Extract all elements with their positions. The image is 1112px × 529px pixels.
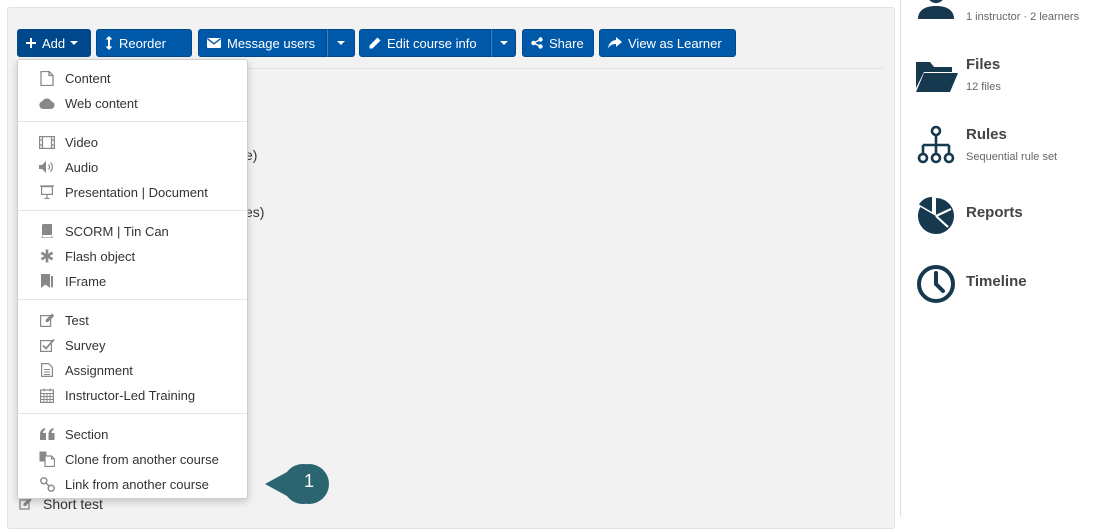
share-button-label: Share [549,35,584,51]
menu-item-label: Content [65,70,111,86]
sidebar-item-timeline[interactable]: Timeline [912,260,1107,312]
user-icon [912,0,960,22]
edit-icon [39,312,55,328]
menu-item-label: Audio [65,159,99,175]
pie-chart-icon [912,192,960,240]
menu-item-presentation-document[interactable]: Presentation | Document [18,180,247,204]
share-button[interactable]: Share [522,29,594,57]
film-icon [39,134,55,150]
view-as-learner-button[interactable]: View as Learner [599,29,736,57]
menu-item-web-content[interactable]: Web content [18,91,247,115]
toolbar-divider [248,68,884,69]
folder-open-icon [912,52,960,100]
cloud-icon [39,95,55,111]
menu-item-flash-object[interactable]: Flash object [18,244,247,268]
sidebar-item-users[interactable]: 1 instructor · 2 learners [912,0,1107,30]
step-callout-number: 1 [303,471,314,491]
add-button[interactable]: Add [17,29,91,57]
sidebar-files-subtitle: 12 files [966,81,1001,93]
message-users-button[interactable]: Message users [198,29,327,57]
document-icon [39,70,55,86]
sidebar-divider [900,0,901,517]
edit-icon [19,497,33,511]
add-button-label: Add [42,35,66,51]
sidebar-users-subtitle: 1 instructor · 2 learners [966,11,1080,23]
menu-divider [18,210,247,211]
menu-item-label: Flash object [65,248,136,264]
menu-item-label: Assignment [65,362,133,378]
menu-item-label: Web content [65,95,138,111]
edit-course-info-button-label: Edit course info [387,35,477,51]
menu-item-section[interactable]: Section [18,422,247,446]
add-dropdown-menu: Content Web content Video Audio Presenta… [17,59,248,499]
menu-item-instructor-led-training[interactable]: Instructor-Led Training [18,383,247,407]
file-icon [39,362,55,378]
menu-item-clone-from-another-course[interactable]: Clone from another course [18,447,247,471]
sidebar-timeline-title: Timeline [966,273,1027,290]
message-users-dropdown-toggle[interactable] [327,29,355,57]
menu-item-label: Video [65,134,99,150]
menu-item-label: SCORM | Tin Can [65,223,169,239]
chevron-down-icon [70,41,79,45]
forward-arrow-icon [608,37,622,49]
view-as-learner-button-label: View as Learner [628,35,722,51]
menu-item-label: Clone from another course [65,451,219,467]
menu-item-iframe[interactable]: IFrame [18,269,247,293]
plus-icon [26,38,36,48]
menu-item-video[interactable]: Video [18,130,247,154]
edit-course-info-button[interactable]: Edit course info [359,29,491,57]
menu-item-assignment[interactable]: Assignment [18,358,247,382]
menu-item-scorm-tin-can[interactable]: SCORM | Tin Can [18,219,247,243]
reorder-icon [105,36,113,50]
chevron-down-icon [499,41,508,45]
presentation-icon [39,184,55,200]
menu-divider [18,299,247,300]
menu-divider [18,121,247,122]
reorder-button-label: Reorder [119,35,166,51]
reorder-button[interactable]: Reorder [96,29,192,57]
sidebar-reports-title: Reports [966,204,1023,221]
copy-icon [39,451,55,467]
menu-item-label: Section [65,426,109,442]
sidebar-rules-subtitle: Sequential rule set [966,151,1058,163]
menu-item-survey[interactable]: Survey [18,333,247,357]
menu-item-label: Instructor-Led Training [65,387,196,403]
clock-icon [912,260,960,308]
menu-item-link-from-another-course[interactable]: Link from another course [18,472,247,496]
link-icon [39,476,55,492]
sidebar-item-files[interactable]: Files 12 files [912,52,1107,104]
menu-item-label: Test [65,312,89,328]
menu-item-label: Survey [65,337,106,353]
sitemap-icon [912,122,960,170]
chevron-down-icon [337,41,345,45]
calendar-icon [39,387,55,403]
sidebar-item-reports[interactable]: Reports [912,192,1107,244]
share-icon [531,37,543,49]
menu-item-test[interactable]: Test [18,308,247,332]
sidebar-files-title: Files [966,56,1001,73]
menu-item-audio[interactable]: Audio [18,155,247,179]
menu-item-label: Presentation | Document [65,184,208,200]
quote-icon [39,426,55,442]
menu-divider [18,413,247,414]
bookmark-icon [39,273,55,289]
asterisk-icon [39,248,55,264]
sidebar-rules-title: Rules [966,126,1007,143]
menu-item-label: Link from another course [65,476,209,492]
book-icon [39,223,55,239]
envelope-icon [207,38,221,48]
sidebar-item-rules[interactable]: Rules Sequential rule set [912,122,1107,174]
message-users-button-label: Message users [227,35,316,51]
check-square-icon [39,337,55,353]
menu-item-label: IFrame [65,273,107,289]
pencil-icon [368,37,381,50]
menu-item-content[interactable]: Content [18,66,247,90]
edit-course-info-dropdown-toggle[interactable] [491,29,516,57]
speaker-icon [39,159,55,175]
